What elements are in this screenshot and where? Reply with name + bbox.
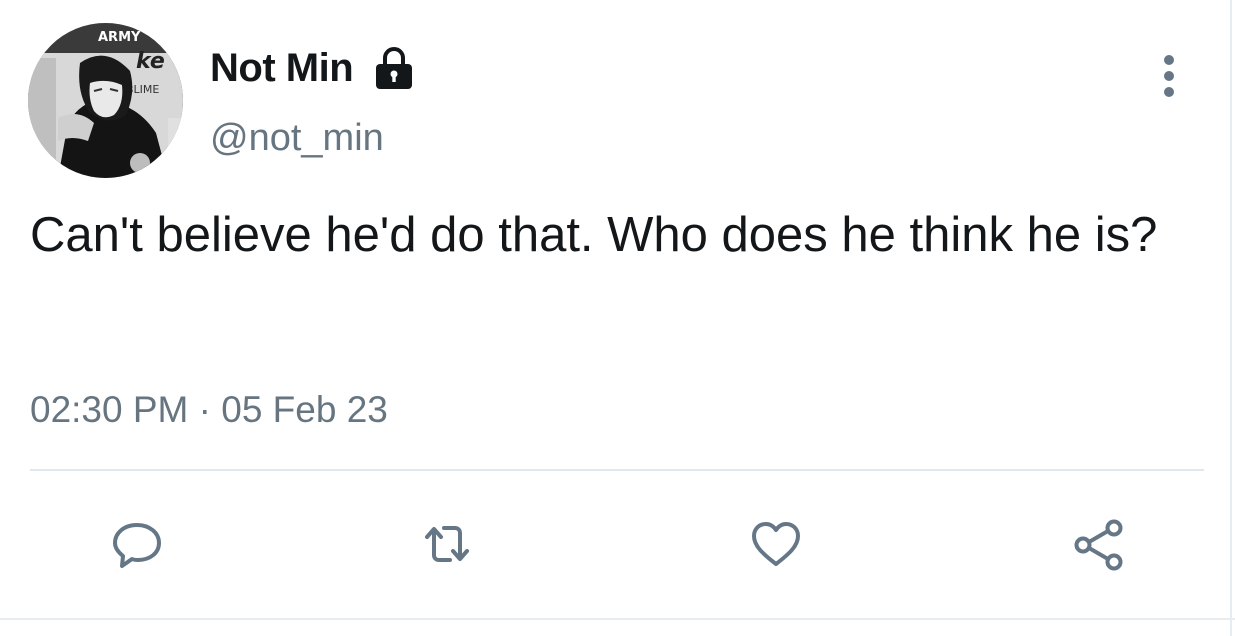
user-handle[interactable]: @not_min <box>210 117 384 160</box>
tweet-timestamp[interactable]: 02:30 PM · 05 Feb 23 <box>30 389 388 431</box>
display-name[interactable]: Not Min <box>210 46 354 91</box>
avatar[interactable]: ARMY ke BLIME <box>28 23 183 178</box>
heart-icon <box>749 517 803 571</box>
more-vertical-icon[interactable] <box>1156 54 1182 98</box>
tweet-text: Can't believe he'd do that. Who does he … <box>30 208 1158 262</box>
right-border <box>1230 0 1232 636</box>
avatar-image: ARMY ke BLIME <box>28 23 183 178</box>
tweet-card: ARMY ke BLIME Not Min @not_min Can't bel… <box>0 0 1235 636</box>
divider <box>30 469 1204 471</box>
display-name-row: Not Min <box>210 43 415 93</box>
share-icon <box>1072 517 1126 571</box>
avatar-text-ke: ke <box>136 49 165 74</box>
retweet-button[interactable] <box>420 517 474 571</box>
avatar-text-army: ARMY <box>98 30 141 45</box>
share-button[interactable] <box>1072 517 1126 571</box>
reply-icon <box>110 517 164 571</box>
bottom-border <box>0 618 1235 620</box>
like-button[interactable] <box>749 517 803 571</box>
retweet-icon <box>420 517 474 571</box>
reply-button[interactable] <box>110 517 164 571</box>
lock-icon <box>373 45 415 91</box>
